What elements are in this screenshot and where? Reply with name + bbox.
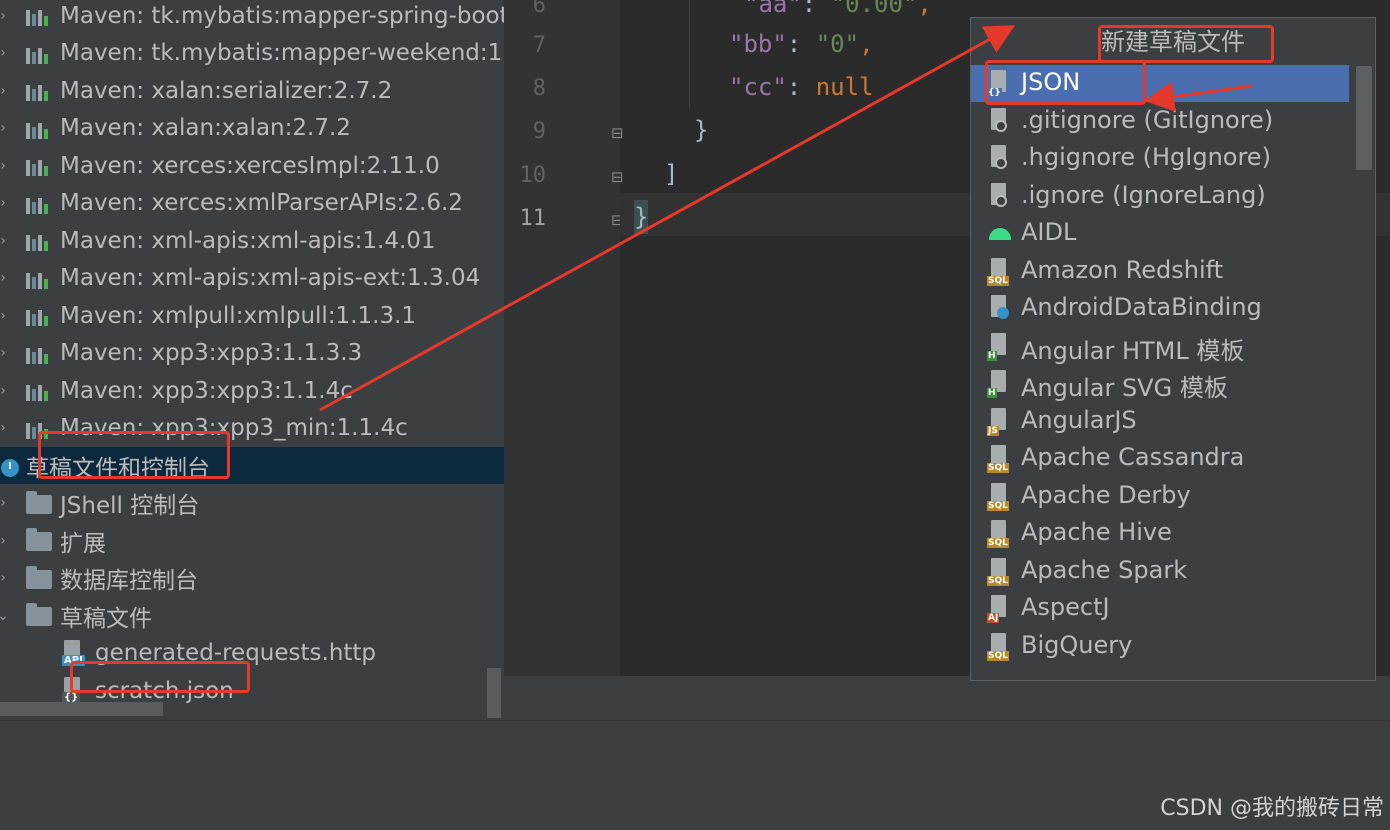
arrow-to-json xyxy=(1144,81,1253,112)
arrow-to-popup xyxy=(319,25,1016,412)
annotation-arrows xyxy=(319,25,1253,412)
